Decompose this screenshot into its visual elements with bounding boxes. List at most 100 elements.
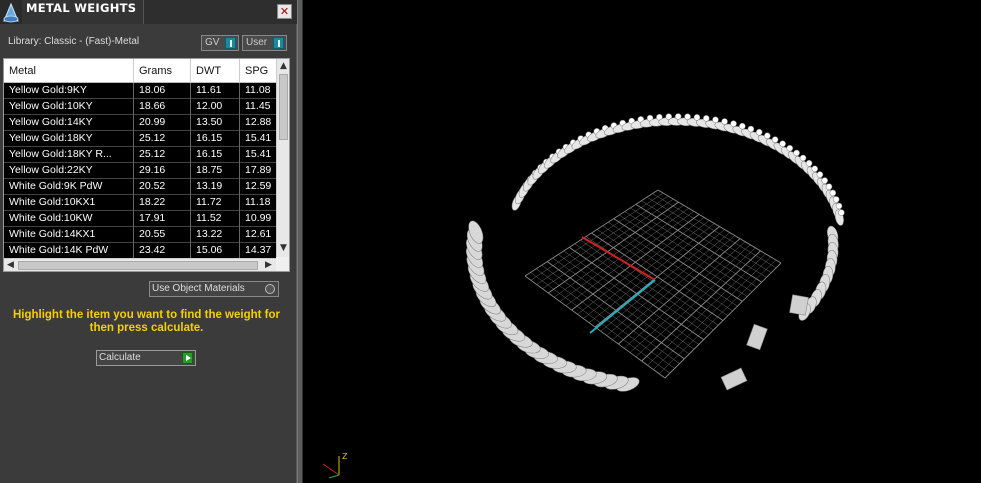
gv-toggle[interactable]: GV <box>201 35 239 51</box>
bracelet-model[interactable] <box>463 113 845 394</box>
table-row[interactable]: White Gold:14KX1 20.55 13.22 12.61 <box>4 227 276 243</box>
cell-grams: 18.06 <box>134 83 191 99</box>
table-row[interactable]: White Gold:14K PdW 23.42 15.06 14.37 <box>4 243 276 258</box>
calculate-label: Calculate <box>99 352 141 363</box>
table-header: Metal Grams DWT SPG <box>4 59 276 83</box>
grid-line <box>619 214 748 297</box>
app-window: METAL WEIGHTS ✕ Library: Classic - (Fast… <box>0 0 981 483</box>
horizontal-scrollbar[interactable]: ◀ ▶ <box>4 258 276 271</box>
table-row[interactable]: White Gold:10KW 17.91 11.52 10.99 <box>4 211 276 227</box>
cell-spg: 10.99 <box>245 212 272 224</box>
cell-dwt: 12.00 <box>191 99 240 115</box>
table-row[interactable]: Yellow Gold:18KY R... 25.12 16.15 15.41 <box>4 147 276 163</box>
grid-line <box>624 241 746 349</box>
column-header-grams[interactable]: Grams <box>134 59 191 83</box>
grid-line <box>624 211 753 292</box>
cell-grams: 20.55 <box>134 227 191 243</box>
cell-dwt: 18.75 <box>191 163 240 179</box>
calculate-button[interactable]: Calculate <box>96 350 196 366</box>
column-header-metal[interactable]: Metal <box>4 59 134 83</box>
user-toggle[interactable]: User <box>242 35 287 51</box>
cell-metal: Yellow Gold:14KY <box>4 115 134 131</box>
clasp-part <box>789 294 809 316</box>
grid-line <box>635 247 756 357</box>
cell-dwt: 16.15 <box>191 131 240 147</box>
panel-titlebar[interactable]: METAL WEIGHTS ✕ <box>0 0 297 24</box>
gv-toggle-label: GV <box>205 37 220 48</box>
cell-spg: 11.18 <box>245 196 271 208</box>
column-header-spg[interactable]: SPG <box>240 59 276 83</box>
table-row[interactable]: Yellow Gold:22KY 29.16 18.75 17.89 <box>4 163 276 179</box>
vertical-scroll-thumb[interactable] <box>279 74 288 140</box>
grid-line <box>618 238 741 345</box>
cell-metal: Yellow Gold:10KY <box>4 99 134 115</box>
radio-icon[interactable] <box>265 284 275 294</box>
cell-dwt: 16.15 <box>191 147 240 163</box>
cell-grams: 23.42 <box>134 243 191 258</box>
close-button[interactable]: ✕ <box>277 4 292 19</box>
clasp-part <box>720 367 748 391</box>
table-row[interactable]: Yellow Gold:18KY 25.12 16.15 15.41 <box>4 131 276 147</box>
cell-metal: Yellow Gold:9KY <box>4 83 134 99</box>
ground-grid <box>524 189 782 379</box>
play-icon <box>182 352 193 364</box>
table-body: Yellow Gold:9KY 18.06 11.61 11.08 Yellow Gol… <box>4 83 276 258</box>
grid-line <box>641 200 767 278</box>
grid-line <box>657 189 782 264</box>
cell-dwt: 13.19 <box>191 179 240 195</box>
panel-title: METAL WEIGHTS <box>26 1 137 15</box>
cell-spg: 15.41 <box>245 148 272 160</box>
metal-weights-panel: METAL WEIGHTS ✕ Library: Classic - (Fast… <box>0 0 297 483</box>
scroll-right-icon[interactable]: ▶ <box>262 259 275 272</box>
cell-dwt: 15.06 <box>191 243 240 258</box>
library-label: Library: Classic - (Fast)-Metal <box>8 36 140 47</box>
cell-spg: 14.37 <box>245 244 272 256</box>
viewport-canvas[interactable]: Z <box>303 0 981 483</box>
cell-metal: White Gold:10KW <box>4 211 134 227</box>
cell-metal: White Gold:9K PdW <box>4 179 134 195</box>
grid-line <box>646 196 772 273</box>
cell-metal: Yellow Gold:18KY <box>4 131 134 147</box>
cell-metal: White Gold:14K PdW <box>4 243 134 258</box>
cell-spg: 11.08 <box>245 84 271 96</box>
scroll-up-icon[interactable]: ▲ <box>277 59 290 73</box>
cell-grams: 20.99 <box>134 115 191 131</box>
cell-metal: White Gold:14KX1 <box>4 227 134 243</box>
scroll-left-icon[interactable]: ◀ <box>4 259 17 272</box>
app-logo-icon <box>0 0 22 24</box>
cell-spg: 11.45 <box>245 100 271 112</box>
cell-spg: 12.61 <box>245 228 272 240</box>
table-row[interactable]: Yellow Gold:9KY 18.06 11.61 11.08 <box>4 83 276 99</box>
cell-grams: 20.52 <box>134 179 191 195</box>
use-object-materials-option[interactable]: Use Object Materials <box>149 281 279 297</box>
cell-grams: 18.66 <box>134 99 191 115</box>
axis-gizmo: Z <box>322 452 348 479</box>
cell-metal: Yellow Gold:22KY <box>4 163 134 179</box>
cell-spg: 12.88 <box>245 116 272 128</box>
cell-dwt: 11.52 <box>191 211 240 227</box>
column-header-dwt[interactable]: DWT <box>191 59 240 83</box>
cell-dwt: 13.22 <box>191 227 240 243</box>
cell-metal: White Gold:10KX1 <box>4 195 134 211</box>
metal-table: Metal Grams DWT SPG Yellow Gold:9KY 18.06… <box>3 58 290 272</box>
grid-line <box>629 244 751 353</box>
clasp-part <box>746 323 768 351</box>
cell-grams: 18.22 <box>134 195 191 211</box>
table-row[interactable]: White Gold:10KX1 18.22 11.72 11.18 <box>4 195 276 211</box>
use-object-materials-label: Use Object Materials <box>152 283 245 294</box>
vertical-scrollbar[interactable]: ▲ ▼ <box>276 59 289 257</box>
scroll-down-icon[interactable]: ▼ <box>277 241 290 255</box>
3d-viewport[interactable]: Z <box>303 0 981 483</box>
hint-text: Highlight the item you want to find the … <box>12 309 281 334</box>
cell-spg: 15.41 <box>245 132 272 144</box>
axis-z-label: Z <box>342 452 348 461</box>
grid-line <box>635 203 762 283</box>
toggle-indicator-icon <box>225 37 236 49</box>
cell-grams: 25.12 <box>134 131 191 147</box>
table-row[interactable]: White Gold:9K PdW 20.52 13.19 12.59 <box>4 179 276 195</box>
table-row[interactable]: Yellow Gold:14KY 20.99 13.50 12.88 <box>4 115 276 131</box>
user-toggle-label: User <box>246 37 268 48</box>
cell-spg: 17.89 <box>245 164 272 176</box>
horizontal-scroll-thumb[interactable] <box>18 261 258 270</box>
table-row[interactable]: Yellow Gold:10KY 18.66 12.00 11.45 <box>4 99 276 115</box>
